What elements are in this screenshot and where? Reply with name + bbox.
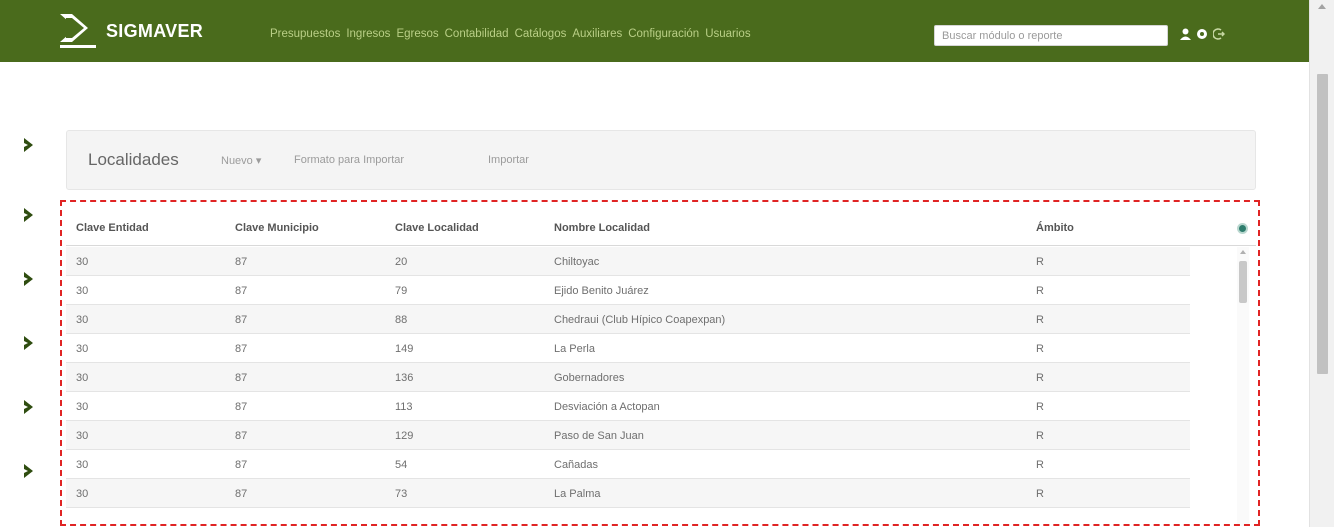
nav-item-auxiliares[interactable]: Auxiliares bbox=[572, 28, 622, 40]
page-scrollbar[interactable] bbox=[1309, 0, 1334, 527]
cell-clave-entidad: 30 bbox=[76, 343, 89, 355]
import-format-link[interactable]: Formato para Importar bbox=[294, 154, 404, 166]
cell-clave-entidad: 30 bbox=[76, 314, 89, 326]
cell-nombre-localidad: La Palma bbox=[554, 488, 601, 500]
table-row[interactable]: 30 87 136 Gobernadores R bbox=[66, 363, 1190, 392]
cell-clave-municipio: 87 bbox=[235, 488, 248, 500]
cell-clave-municipio: 87 bbox=[235, 285, 248, 297]
cell-clave-municipio: 87 bbox=[235, 314, 248, 326]
cell-ambito: R bbox=[1036, 488, 1044, 500]
table-row[interactable]: 30 87 149 La Perla R bbox=[66, 334, 1190, 363]
table-row[interactable]: 30 87 73 La Palma R bbox=[66, 479, 1190, 508]
chevron-right-icon[interactable] bbox=[20, 136, 38, 154]
scroll-up-arrow-icon[interactable] bbox=[1240, 250, 1246, 254]
table-row[interactable]: 30 87 54 Cañadas R bbox=[66, 450, 1190, 479]
cell-clave-municipio: 87 bbox=[235, 343, 248, 355]
nav-item-contabilidad[interactable]: Contabilidad bbox=[445, 28, 509, 40]
cell-clave-entidad: 30 bbox=[76, 401, 89, 413]
user-icon[interactable] bbox=[1180, 27, 1191, 45]
cell-clave-municipio: 87 bbox=[235, 256, 248, 268]
nav-item-ingresos[interactable]: Ingresos bbox=[346, 28, 390, 40]
chevron-right-icon[interactable] bbox=[20, 334, 38, 352]
column-header-clave-localidad[interactable]: Clave Localidad bbox=[395, 222, 479, 234]
cell-ambito: R bbox=[1036, 401, 1044, 413]
cell-clave-localidad: 88 bbox=[395, 314, 408, 326]
table-scrollbar[interactable] bbox=[1237, 247, 1249, 526]
cell-ambito: R bbox=[1036, 343, 1044, 355]
cell-clave-localidad: 113 bbox=[395, 401, 413, 413]
main-menu: Presupuestos Ingresos Egresos Contabilid… bbox=[270, 28, 751, 40]
table-row[interactable]: 30 87 88 Chedraui (Club Hípico Coapexpan… bbox=[66, 305, 1190, 334]
column-header-ambito[interactable]: Ámbito bbox=[1036, 222, 1074, 234]
page-title: Localidades bbox=[88, 150, 179, 169]
logout-icon[interactable] bbox=[1212, 27, 1225, 45]
cell-clave-municipio: 87 bbox=[235, 459, 248, 471]
table-row[interactable]: 30 87 113 Desviación a Actopan R bbox=[66, 392, 1190, 421]
table-row[interactable]: 30 87 20 Chiltoyac R bbox=[66, 247, 1190, 276]
cell-nombre-localidad: Chedraui (Club Hípico Coapexpan) bbox=[554, 314, 726, 326]
chevron-right-icon[interactable] bbox=[20, 270, 38, 288]
cell-clave-localidad: 54 bbox=[395, 459, 408, 471]
localidades-table: Clave Entidad Clave Municipio Clave Loca… bbox=[66, 206, 1256, 526]
table-scrollbar-thumb[interactable] bbox=[1239, 261, 1247, 303]
cell-nombre-localidad: Chiltoyac bbox=[554, 256, 600, 268]
brand-name: SIGMAVER bbox=[106, 20, 204, 41]
table-row[interactable]: 30 87 79 Ejido Benito Juárez R bbox=[66, 276, 1190, 305]
chevron-right-icon[interactable] bbox=[20, 398, 38, 416]
column-header-nombre-localidad[interactable]: Nombre Localidad bbox=[554, 222, 650, 234]
cell-nombre-localidad: Gobernadores bbox=[554, 372, 625, 384]
cell-clave-entidad: 30 bbox=[76, 285, 89, 297]
cell-clave-localidad: 136 bbox=[395, 372, 414, 384]
cell-clave-entidad: 30 bbox=[76, 372, 89, 384]
nav-icons bbox=[1180, 27, 1225, 45]
scroll-up-arrow-icon[interactable] bbox=[1318, 4, 1326, 9]
chevron-right-icon[interactable] bbox=[20, 206, 38, 224]
cell-clave-municipio: 87 bbox=[235, 430, 248, 442]
cell-ambito: R bbox=[1036, 430, 1044, 442]
import-link[interactable]: Importar bbox=[488, 154, 529, 166]
sigmaver-logo-icon bbox=[58, 12, 98, 50]
cell-clave-localidad: 79 bbox=[395, 285, 408, 297]
cell-ambito: R bbox=[1036, 372, 1044, 384]
cell-ambito: R bbox=[1036, 459, 1044, 471]
cell-clave-entidad: 30 bbox=[76, 459, 89, 471]
table-row[interactable]: 30 87 129 Paso de San Juan R bbox=[66, 421, 1190, 450]
cell-ambito: R bbox=[1036, 314, 1044, 326]
nav-item-egresos[interactable]: Egresos bbox=[396, 28, 438, 40]
page-scrollbar-thumb[interactable] bbox=[1317, 74, 1328, 374]
search-input[interactable] bbox=[934, 25, 1168, 46]
new-dropdown-button[interactable]: Nuevo ▾ bbox=[221, 154, 261, 167]
cell-clave-entidad: 30 bbox=[76, 488, 89, 500]
cell-nombre-localidad: Cañadas bbox=[554, 459, 599, 471]
table-header: Clave Entidad Clave Municipio Clave Loca… bbox=[66, 206, 1256, 246]
nav-item-usuarios[interactable]: Usuarios bbox=[705, 28, 750, 40]
cell-clave-localidad: 129 bbox=[395, 430, 414, 442]
gear-icon[interactable] bbox=[1196, 27, 1208, 45]
top-navbar: SIGMAVER Presupuestos Ingresos Egresos C… bbox=[0, 0, 1309, 62]
cell-nombre-localidad: Desviación a Actopan bbox=[554, 401, 660, 413]
column-chooser-icon[interactable] bbox=[1237, 223, 1248, 234]
brand[interactable]: SIGMAVER bbox=[58, 12, 203, 50]
cell-clave-municipio: 87 bbox=[235, 372, 248, 384]
column-header-clave-municipio[interactable]: Clave Municipio bbox=[235, 222, 319, 234]
cell-clave-entidad: 30 bbox=[76, 430, 89, 442]
nav-item-catalogos[interactable]: Catálogos bbox=[515, 28, 567, 40]
cell-clave-localidad: 73 bbox=[395, 488, 408, 500]
column-header-clave-entidad[interactable]: Clave Entidad bbox=[76, 222, 149, 234]
cell-clave-localidad: 20 bbox=[395, 256, 408, 268]
nav-item-presupuestos[interactable]: Presupuestos bbox=[270, 28, 340, 40]
cell-nombre-localidad: Paso de San Juan bbox=[554, 430, 644, 442]
table-body: 30 87 20 Chiltoyac R 30 87 79 Ejido Beni… bbox=[66, 247, 1190, 508]
cell-ambito: R bbox=[1036, 285, 1044, 297]
cell-ambito: R bbox=[1036, 256, 1044, 268]
cell-clave-municipio: 87 bbox=[235, 401, 248, 413]
page-toolbar: Localidades Nuevo ▾ Formato para Importa… bbox=[66, 130, 1256, 190]
chevron-right-icon[interactable] bbox=[20, 462, 38, 480]
cell-nombre-localidad: Ejido Benito Juárez bbox=[554, 285, 649, 297]
cell-clave-localidad: 149 bbox=[395, 343, 414, 355]
cell-clave-entidad: 30 bbox=[76, 256, 89, 268]
cell-nombre-localidad: La Perla bbox=[554, 343, 595, 355]
nav-item-configuracion[interactable]: Configuración bbox=[628, 28, 699, 40]
